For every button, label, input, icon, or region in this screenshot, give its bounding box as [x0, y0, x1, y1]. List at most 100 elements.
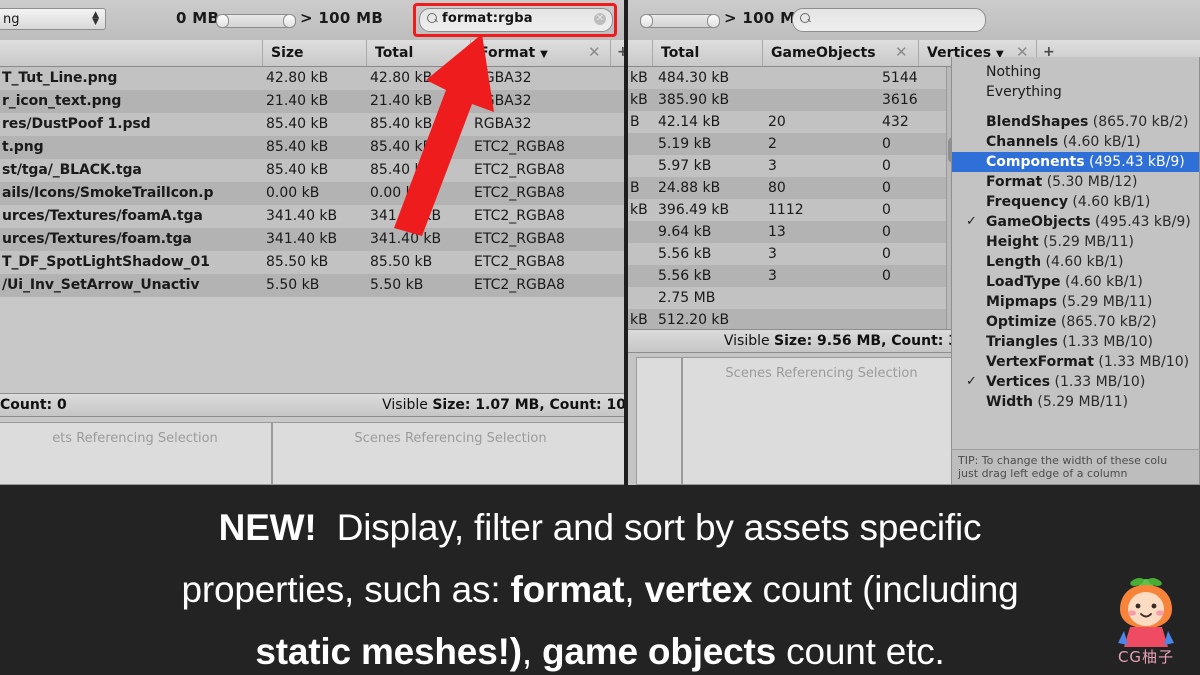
clear-search-icon[interactable]: ✕ — [594, 13, 606, 25]
table-row[interactable]: ails/Icons/SmokeTrailIcon.p 0.00 kB 0.00 k… — [0, 182, 628, 205]
table-row[interactable]: B 42.14 kB 20 432 — [628, 111, 960, 134]
left-status-bar: Count: 0 Visible Size: 1.07 MB, Count: 1… — [0, 393, 628, 417]
right-size-slider-min-knob[interactable] — [640, 14, 653, 28]
right-col-gameobjects-close-icon[interactable]: ✕ — [895, 40, 908, 66]
left-cell-size: 5.50 kB — [266, 277, 320, 293]
table-row[interactable]: T_Tut_Line.png 42.80 kB 42.80 kB RGBA32 — [0, 67, 628, 90]
size-slider-max-knob[interactable] — [283, 14, 296, 28]
right-status-bar: Visible Size: 9.56 MB, Count: 3 — [628, 329, 960, 353]
table-row[interactable]: 5.19 kB 2 0 — [628, 133, 960, 156]
dropdown-item-value: (4.60 kB/1) — [1058, 134, 1141, 150]
sort-desc-arrow-icon: ▼ — [540, 49, 548, 60]
dropdown-item-loadtype[interactable]: LoadType (4.60 kB/1) — [952, 272, 1199, 292]
left-col-format[interactable]: Format ▼ — [470, 40, 584, 66]
table-row[interactable]: st/tga/_BLACK.tga 85.40 kB 85.40 kB ETC2_RG… — [0, 159, 628, 182]
caption-line-3-a: , — [521, 631, 542, 672]
left-col-close-icon[interactable]: ✕ — [588, 40, 601, 66]
dropdown-item-label: Channels — [986, 134, 1059, 150]
dropdown-item-width[interactable]: Width (5.29 MB/11) — [952, 392, 1199, 412]
dropdown-tip: TIP: To change the width of these colu j… — [951, 449, 1200, 485]
caption-keyword-game-objects: game objects — [541, 631, 777, 672]
dropdown-item-mipmaps[interactable]: Mipmaps (5.29 MB/11) — [952, 292, 1199, 312]
dropdown-item-blendshapes[interactable]: BlendShapes (865.70 kB/2) — [952, 112, 1199, 132]
dropdown-item-vertexformat[interactable]: VertexFormat (1.33 MB/10) — [952, 352, 1199, 372]
table-row[interactable]: kB 396.49 kB 1112 0 — [628, 199, 960, 222]
table-row[interactable]: 5.56 kB 3 0 — [628, 243, 960, 266]
right-col-total[interactable]: Total — [652, 40, 762, 66]
search-icon — [800, 13, 810, 23]
left-col-name[interactable] — [0, 40, 262, 66]
left-cell-format: ETC2_RGBA8 — [474, 277, 565, 293]
left-table-header: Size Total Format ▼ ✕ + — [0, 40, 628, 67]
right-cell-total: 5.97 kB — [658, 158, 712, 174]
table-row[interactable]: t.png 85.40 kB 85.40 kB ETC2_RGBA8 — [0, 136, 628, 159]
dropdown-item-triangles[interactable]: Triangles (1.33 MB/10) — [952, 332, 1199, 352]
dropdown-item-length[interactable]: Length (4.60 kB/1) — [952, 252, 1199, 272]
left-col-format-label: Format — [479, 45, 536, 61]
table-row[interactable]: 5.56 kB 3 0 — [628, 265, 960, 288]
right-cell-gameobjects: 80 — [768, 180, 786, 196]
dropdown-property-items: BlendShapes (865.70 kB/2) Channels (4.60 … — [952, 112, 1199, 412]
right-col-gameobjects[interactable]: GameObjects — [762, 40, 890, 66]
dropdown-item-channels[interactable]: Channels (4.60 kB/1) — [952, 132, 1199, 152]
dropdown-item-optimize[interactable]: Optimize (865.70 kB/2) — [952, 312, 1199, 332]
dropdown-item-height[interactable]: Height (5.29 MB/11) — [952, 232, 1199, 252]
size-slider-max-label: > 100 MB — [300, 9, 384, 27]
asset-type-dropdown[interactable]: ng ▲ ▼ — [0, 8, 106, 30]
right-size-slider[interactable] — [640, 14, 720, 28]
table-row[interactable]: 9.64 kB 13 0 — [628, 221, 960, 244]
size-slider-min-knob[interactable] — [216, 14, 229, 28]
table-row[interactable]: urces/Textures/foamA.tga 341.40 kB 341.40 … — [0, 205, 628, 228]
table-row[interactable]: 2.75 MB — [628, 287, 960, 310]
left-cell-format: ETC2_RGBA8 — [474, 185, 565, 201]
left-cell-name: res/DustPoof 1.psd — [2, 116, 151, 132]
right-size-slider-max-knob[interactable] — [707, 14, 720, 28]
dropdown-item-label: Mipmaps — [986, 294, 1058, 310]
left-cell-size: 42.80 kB — [266, 70, 329, 86]
left-cell-name: r_icon_text.png — [2, 93, 122, 109]
table-row[interactable]: r_icon_text.png 21.40 kB 21.40 kB RGBA32 — [0, 90, 628, 113]
assets-referencing-selection-label: ets Referencing Selection — [52, 431, 218, 446]
table-row[interactable]: kB 484.30 kB 5144 — [628, 67, 960, 90]
search-input[interactable]: format:rgba ✕ — [419, 8, 613, 32]
dropdown-tip-line2: just drag left edge of a column — [958, 467, 1128, 480]
dropdown-item-value: (4.60 kB/1) — [1060, 274, 1143, 290]
right-search-input[interactable] — [792, 8, 986, 32]
right-cell-total: 42.14 kB — [658, 114, 721, 130]
dropdown-item-vertices[interactable]: ✓ Vertices (1.33 MB/10) — [952, 372, 1199, 392]
left-col-total[interactable]: Total — [366, 40, 470, 66]
dropdown-item-value: (865.70 kB/2) — [1056, 314, 1157, 330]
columns-dropdown-menu[interactable]: Nothing Everything BlendShapes (865.70 kB… — [951, 57, 1200, 457]
right-cell-gameobjects: 3 — [768, 246, 777, 262]
right-cell-gameobjects: 20 — [768, 114, 786, 130]
left-cell-size: 341.40 kB — [266, 208, 338, 224]
right-cell-partial: B — [630, 114, 640, 130]
dropdown-item-everything[interactable]: Everything — [952, 82, 1199, 102]
table-row[interactable]: T_DF_SpotLightShadow_01 85.50 kB 85.50 kB E… — [0, 251, 628, 274]
right-status-visible-value: Size: 9.56 MB, Count: 3 — [774, 333, 958, 349]
right-cell-partial: kB — [630, 92, 648, 108]
dropdown-item-nothing[interactable]: Nothing — [952, 62, 1199, 82]
left-cell-total: 42.80 kB — [370, 70, 433, 86]
dropdown-item-gameobjects[interactable]: ✓ GameObjects (495.43 kB/9) — [952, 212, 1199, 232]
table-row[interactable]: B 24.88 kB 80 0 — [628, 177, 960, 200]
left-col-size[interactable]: Size — [262, 40, 366, 66]
dropdown-item-value: (1.33 MB/10) — [1050, 374, 1146, 390]
table-row[interactable]: kB 385.90 kB 3616 — [628, 89, 960, 112]
table-row[interactable]: 5.97 kB 3 0 — [628, 155, 960, 178]
left-cell-name: T_DF_SpotLightShadow_01 — [2, 254, 210, 270]
right-cell-total: 9.64 kB — [658, 224, 712, 240]
table-row[interactable]: res/DustPoof 1.psd 85.40 kB 85.40 kB RGBA32 — [0, 113, 628, 136]
right-cell-gameobjects: 1112 — [768, 202, 804, 218]
left-cell-total: 21.40 kB — [370, 93, 433, 109]
table-row[interactable]: /Ui_Inv_SetArrow_Unactiv 5.50 kB 5.50 kB ET… — [0, 274, 628, 297]
dropdown-item-components[interactable]: Components (495.43 kB/9) — [952, 152, 1199, 172]
dropdown-item-frequency[interactable]: Frequency (4.60 kB/1) — [952, 192, 1199, 212]
table-row[interactable]: urces/Textures/foam.tga 341.40 kB 341.40 k… — [0, 228, 628, 251]
left-cell-format: ETC2_RGBA8 — [474, 162, 565, 178]
left-cell-name: /Ui_Inv_SetArrow_Unactiv — [2, 277, 200, 293]
dropdown-item-format[interactable]: Format (5.30 MB/12) — [952, 172, 1199, 192]
left-cell-total: 5.50 kB — [370, 277, 424, 293]
caption-new-badge: NEW! — [218, 507, 317, 548]
size-slider[interactable] — [216, 14, 296, 28]
